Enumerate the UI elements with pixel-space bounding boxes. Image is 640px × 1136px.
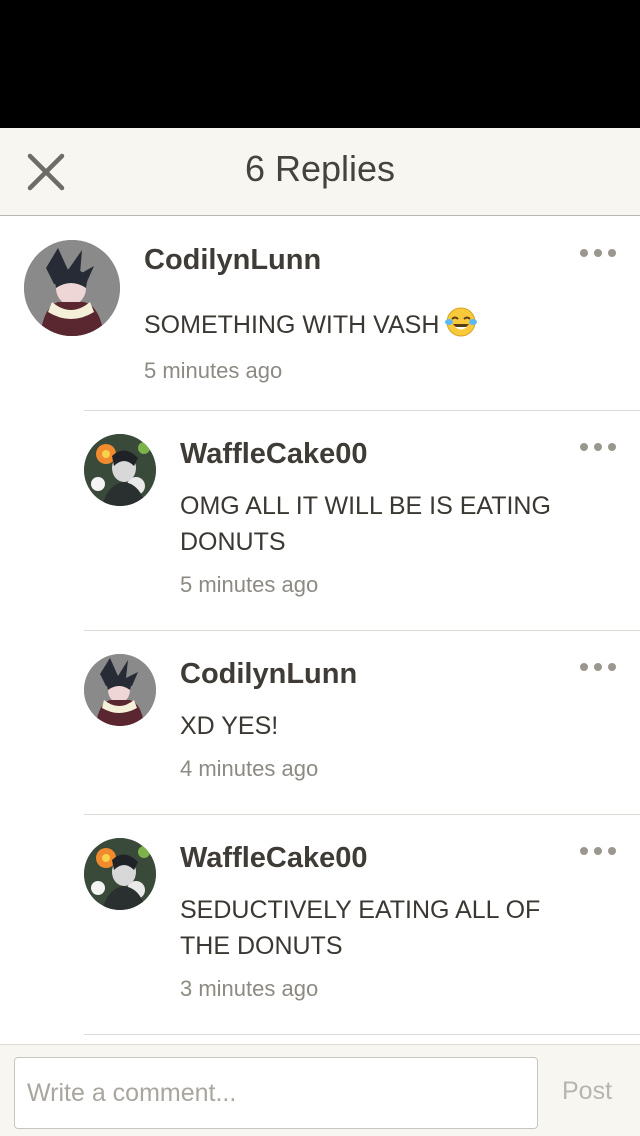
comment-composer: Post — [0, 1044, 640, 1136]
comment-item: CodilynLunn SOMETHING WITH VASH 5 minute… — [0, 216, 640, 410]
comment-text: SEDUCTIVELY EATING ALL OF THE DONUTS — [180, 896, 541, 960]
timestamp: 3 minutes ago — [180, 976, 319, 1001]
face-with-tears-of-joy-icon — [445, 307, 478, 337]
comment-item: WaffleCake00 OMG ALL IT WILL BE IS EATIN… — [0, 410, 640, 630]
timestamp: 5 minutes ago — [180, 572, 319, 597]
comment-text: SOMETHING WITH VASH — [144, 306, 604, 343]
comment-list: CodilynLunn SOMETHING WITH VASH 5 minute… — [0, 216, 640, 1044]
avatar[interactable] — [84, 838, 156, 910]
timestamp: 4 minutes ago — [180, 756, 319, 781]
character-avatar-image — [84, 654, 156, 726]
replies-header: 6 Replies — [0, 128, 640, 216]
username[interactable]: CodilynLunn — [144, 244, 321, 277]
comment-text: OMG ALL IT WILL BE IS EATING DONUTS — [180, 492, 551, 556]
post-button[interactable]: Post — [562, 1077, 612, 1106]
username[interactable]: WaffleCake00 — [180, 438, 368, 471]
comment-list-end — [0, 1034, 640, 1044]
avatar[interactable] — [84, 654, 156, 726]
more-options-button[interactable] — [580, 246, 616, 260]
more-options-icon — [580, 443, 588, 451]
comment-item: CodilynLunn XD YES! 4 minutes ago — [0, 630, 640, 814]
status-bar — [0, 0, 640, 128]
character-avatar-image — [84, 434, 156, 506]
comment-input[interactable] — [14, 1057, 538, 1129]
username[interactable]: CodilynLunn — [180, 658, 357, 691]
timestamp: 5 minutes ago — [144, 358, 283, 383]
character-avatar-image — [84, 838, 156, 910]
more-options-icon — [580, 847, 588, 855]
more-options-button[interactable] — [580, 660, 616, 674]
avatar[interactable] — [24, 240, 120, 336]
more-options-icon — [580, 249, 588, 257]
username[interactable]: WaffleCake00 — [180, 842, 368, 875]
more-options-button[interactable] — [580, 440, 616, 454]
character-avatar-image — [24, 240, 120, 336]
more-options-button[interactable] — [580, 844, 616, 858]
more-options-icon — [580, 663, 588, 671]
page-title: 6 Replies — [244, 148, 396, 189]
comment-item: WaffleCake00 SEDUCTIVELY EATING ALL OF T… — [0, 814, 640, 1034]
comment-text: XD YES! — [180, 712, 279, 740]
avatar[interactable] — [84, 434, 156, 506]
